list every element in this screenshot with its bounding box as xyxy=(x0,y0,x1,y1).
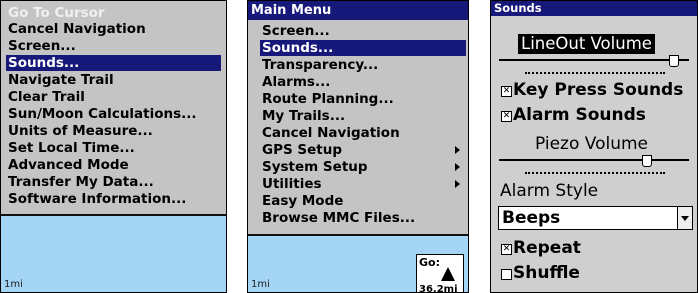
menu-item-alarms[interactable]: Alarms... xyxy=(262,74,330,90)
alarm-style-label: Alarm Style xyxy=(500,181,599,201)
menu-panel: Main Menu Screen... Sounds... Transparen… xyxy=(248,1,468,236)
submenu-arrow-icon xyxy=(455,163,460,171)
menu-item-units-of-measure[interactable]: Units of Measure... xyxy=(8,123,153,139)
menu-item-screen[interactable]: Screen... xyxy=(262,23,330,39)
lineout-volume-thumb[interactable] xyxy=(668,55,679,67)
submenu-arrow-icon xyxy=(455,180,460,188)
device-screen-main-menu: Main Menu Screen... Sounds... Transparen… xyxy=(247,0,469,293)
piezo-volume-slider[interactable] xyxy=(499,159,689,161)
menu-item-software-information[interactable]: Software Information... xyxy=(8,191,186,207)
map-view[interactable]: 1mi Go: 36.2mi xyxy=(248,236,468,292)
menu-item-cancel-navigation[interactable]: Cancel Navigation xyxy=(8,21,146,37)
go-to-readout: Go: 36.2mi xyxy=(416,254,464,292)
map-view[interactable]: 1mi xyxy=(1,216,226,292)
menu-item-transfer-my-data[interactable]: Transfer My Data... xyxy=(8,174,154,190)
check-mark-icon: ✕ xyxy=(502,111,511,121)
direction-arrow-icon xyxy=(441,267,455,281)
slider-ticks xyxy=(525,172,665,174)
menu-item-sun-moon[interactable]: Sun/Moon Calculations... xyxy=(8,106,197,122)
menu-panel: Go To Cursor Cancel Navigation Screen...… xyxy=(1,1,226,216)
key-press-sounds-checkbox[interactable]: ✕ xyxy=(501,86,512,97)
alarm-sounds-checkbox[interactable]: ✕ xyxy=(501,111,512,122)
device-screen-sounds: Sounds LineOut Volume ✕ Key Press Sounds… xyxy=(490,0,698,293)
lineout-volume-label: LineOut Volume xyxy=(518,34,655,54)
alarm-sounds-label: Alarm Sounds xyxy=(513,105,646,125)
menu-item-my-trails[interactable]: My Trails... xyxy=(262,108,345,124)
menu-item-clear-trail[interactable]: Clear Trail xyxy=(8,89,85,105)
menu-item-utilities[interactable]: Utilities xyxy=(262,176,322,192)
dialog-title: Sounds xyxy=(491,1,697,16)
key-press-sounds-label: Key Press Sounds xyxy=(513,80,684,100)
menu-item-gps-setup[interactable]: GPS Setup xyxy=(262,142,342,158)
menu-item-transparency[interactable]: Transparency... xyxy=(262,57,378,73)
alarm-style-select[interactable]: Beeps xyxy=(498,206,693,230)
chevron-down-icon[interactable] xyxy=(677,207,692,229)
menu-item-browse-mmc-files[interactable]: Browse MMC Files... xyxy=(262,210,415,226)
menu-item-navigate-trail[interactable]: Navigate Trail xyxy=(8,72,114,88)
menu-item-go-to-cursor: Go To Cursor xyxy=(8,5,105,21)
check-mark-icon: ✕ xyxy=(502,244,511,254)
menu-item-easy-mode[interactable]: Easy Mode xyxy=(262,193,343,209)
alarm-style-value: Beeps xyxy=(502,208,561,228)
shuffle-checkbox[interactable] xyxy=(501,269,512,280)
shuffle-label: Shuffle xyxy=(513,263,580,283)
submenu-arrow-icon xyxy=(455,146,460,154)
menu-item-sounds[interactable]: Sounds... xyxy=(6,55,221,71)
piezo-volume-label: Piezo Volume xyxy=(535,134,649,154)
repeat-checkbox[interactable]: ✕ xyxy=(501,244,512,255)
repeat-label: Repeat xyxy=(513,238,581,258)
menu-item-advanced-mode[interactable]: Advanced Mode xyxy=(8,157,129,173)
menu-item-sounds[interactable]: Sounds... xyxy=(260,40,466,56)
menu-item-system-setup[interactable]: System Setup xyxy=(262,159,368,175)
device-screen-menu-1: Go To Cursor Cancel Navigation Screen...… xyxy=(0,0,227,293)
piezo-volume-thumb[interactable] xyxy=(642,155,653,167)
menu-title: Main Menu xyxy=(248,1,468,20)
lineout-volume-slider[interactable] xyxy=(499,59,689,61)
slider-ticks xyxy=(525,72,665,74)
menu-item-cancel-navigation[interactable]: Cancel Navigation xyxy=(262,125,400,141)
go-label: Go: xyxy=(419,256,440,269)
menu-item-route-planning[interactable]: Route Planning... xyxy=(262,91,394,107)
menu-item-set-local-time[interactable]: Set Local Time... xyxy=(8,140,135,156)
go-distance: 36.2mi xyxy=(419,284,458,293)
check-mark-icon: ✕ xyxy=(502,86,511,96)
menu-item-screen[interactable]: Screen... xyxy=(8,38,76,54)
map-scale: 1mi xyxy=(4,279,23,290)
map-scale: 1mi xyxy=(251,279,270,290)
